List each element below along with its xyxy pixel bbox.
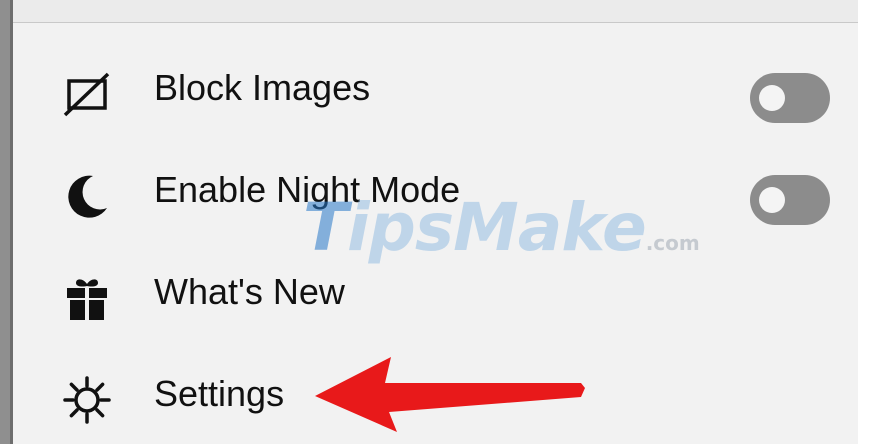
menu-item-label: Block Images bbox=[154, 67, 371, 108]
left-frame-edge bbox=[0, 0, 13, 444]
toggle-knob bbox=[759, 187, 785, 213]
menu-panel: Block Images Enable Night Mode What's Ne… bbox=[13, 0, 858, 444]
night-mode-toggle[interactable] bbox=[750, 175, 830, 225]
toggle-knob bbox=[759, 85, 785, 111]
gear-icon bbox=[61, 374, 113, 426]
moon-icon bbox=[61, 170, 113, 222]
previous-item-edge bbox=[13, 0, 858, 22]
watermark: TipsMake.com bbox=[303, 189, 700, 266]
right-frame-edge bbox=[858, 0, 870, 444]
gift-icon bbox=[61, 272, 113, 324]
menu-divider bbox=[13, 22, 858, 23]
menu-item-label: Settings bbox=[154, 373, 285, 414]
block-images-icon bbox=[61, 68, 113, 120]
menu-item-block-images[interactable]: Block Images bbox=[13, 38, 858, 140]
annotation-arrow bbox=[313, 350, 593, 435]
block-images-toggle[interactable] bbox=[750, 73, 830, 123]
